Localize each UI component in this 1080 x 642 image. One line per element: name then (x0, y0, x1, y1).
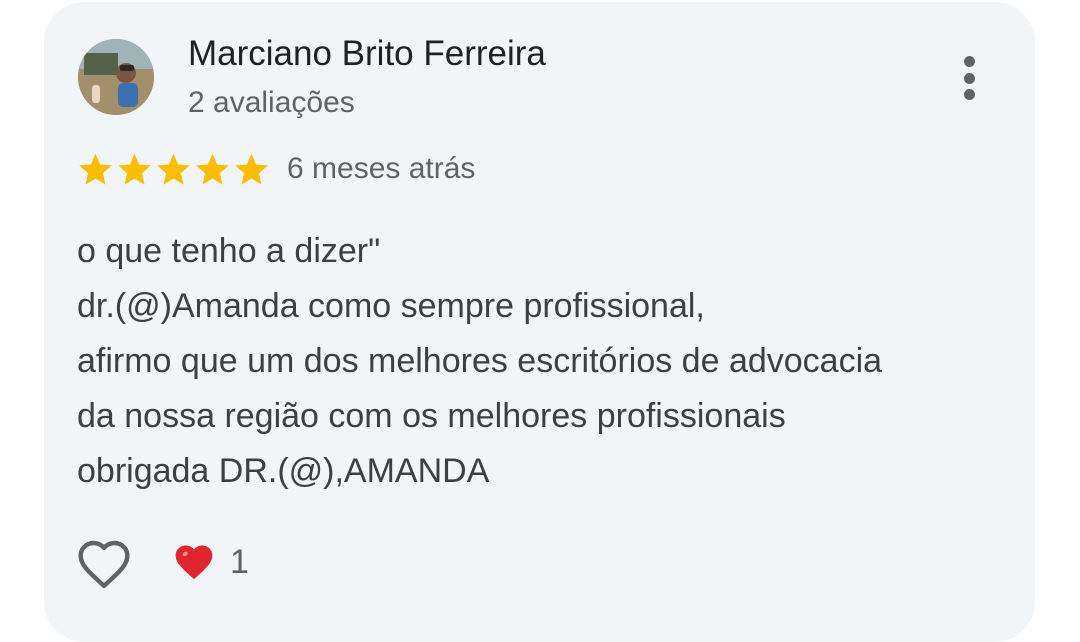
red-heart-icon (175, 545, 213, 580)
star-icon (118, 153, 151, 185)
star-icon (79, 153, 112, 185)
star-icon (157, 153, 190, 185)
reviewer-review-count: 2 avaliações (188, 86, 355, 119)
heart-outline-icon (78, 540, 130, 589)
more-vert-icon-dot (963, 89, 975, 100)
more-vert-icon (963, 56, 975, 67)
review-text: o que tenho a dizer" dr.(@)Amanda como s… (77, 224, 1017, 499)
review-card: Marciano Brito Ferreira 2 avaliações 6 m… (44, 2, 1035, 642)
review-text-line: da nossa região com os melhores profissi… (77, 397, 786, 435)
more-vert-icon-dot (963, 72, 975, 84)
review-text-line: dr.(@)Amanda como sempre profissional, (77, 287, 705, 325)
review-text-line: afirmo que um dos melhores escritórios d… (77, 342, 883, 380)
star-icon (196, 153, 229, 185)
reaction-count: 1 (230, 542, 249, 581)
star-rating (76, 150, 271, 190)
reviewer-name[interactable]: Marciano Brito Ferreira (188, 34, 546, 74)
avatar[interactable] (78, 39, 154, 115)
review-text-line: obrigada DR.(@),AMANDA (77, 452, 490, 490)
more-options-button[interactable] (948, 48, 990, 108)
star-icon (235, 153, 268, 185)
like-button[interactable] (76, 536, 132, 592)
reaction-summary[interactable]: 1 (172, 537, 249, 587)
review-time: 6 meses atrás (287, 152, 476, 185)
review-text-line: o que tenho a dizer" (77, 232, 381, 270)
